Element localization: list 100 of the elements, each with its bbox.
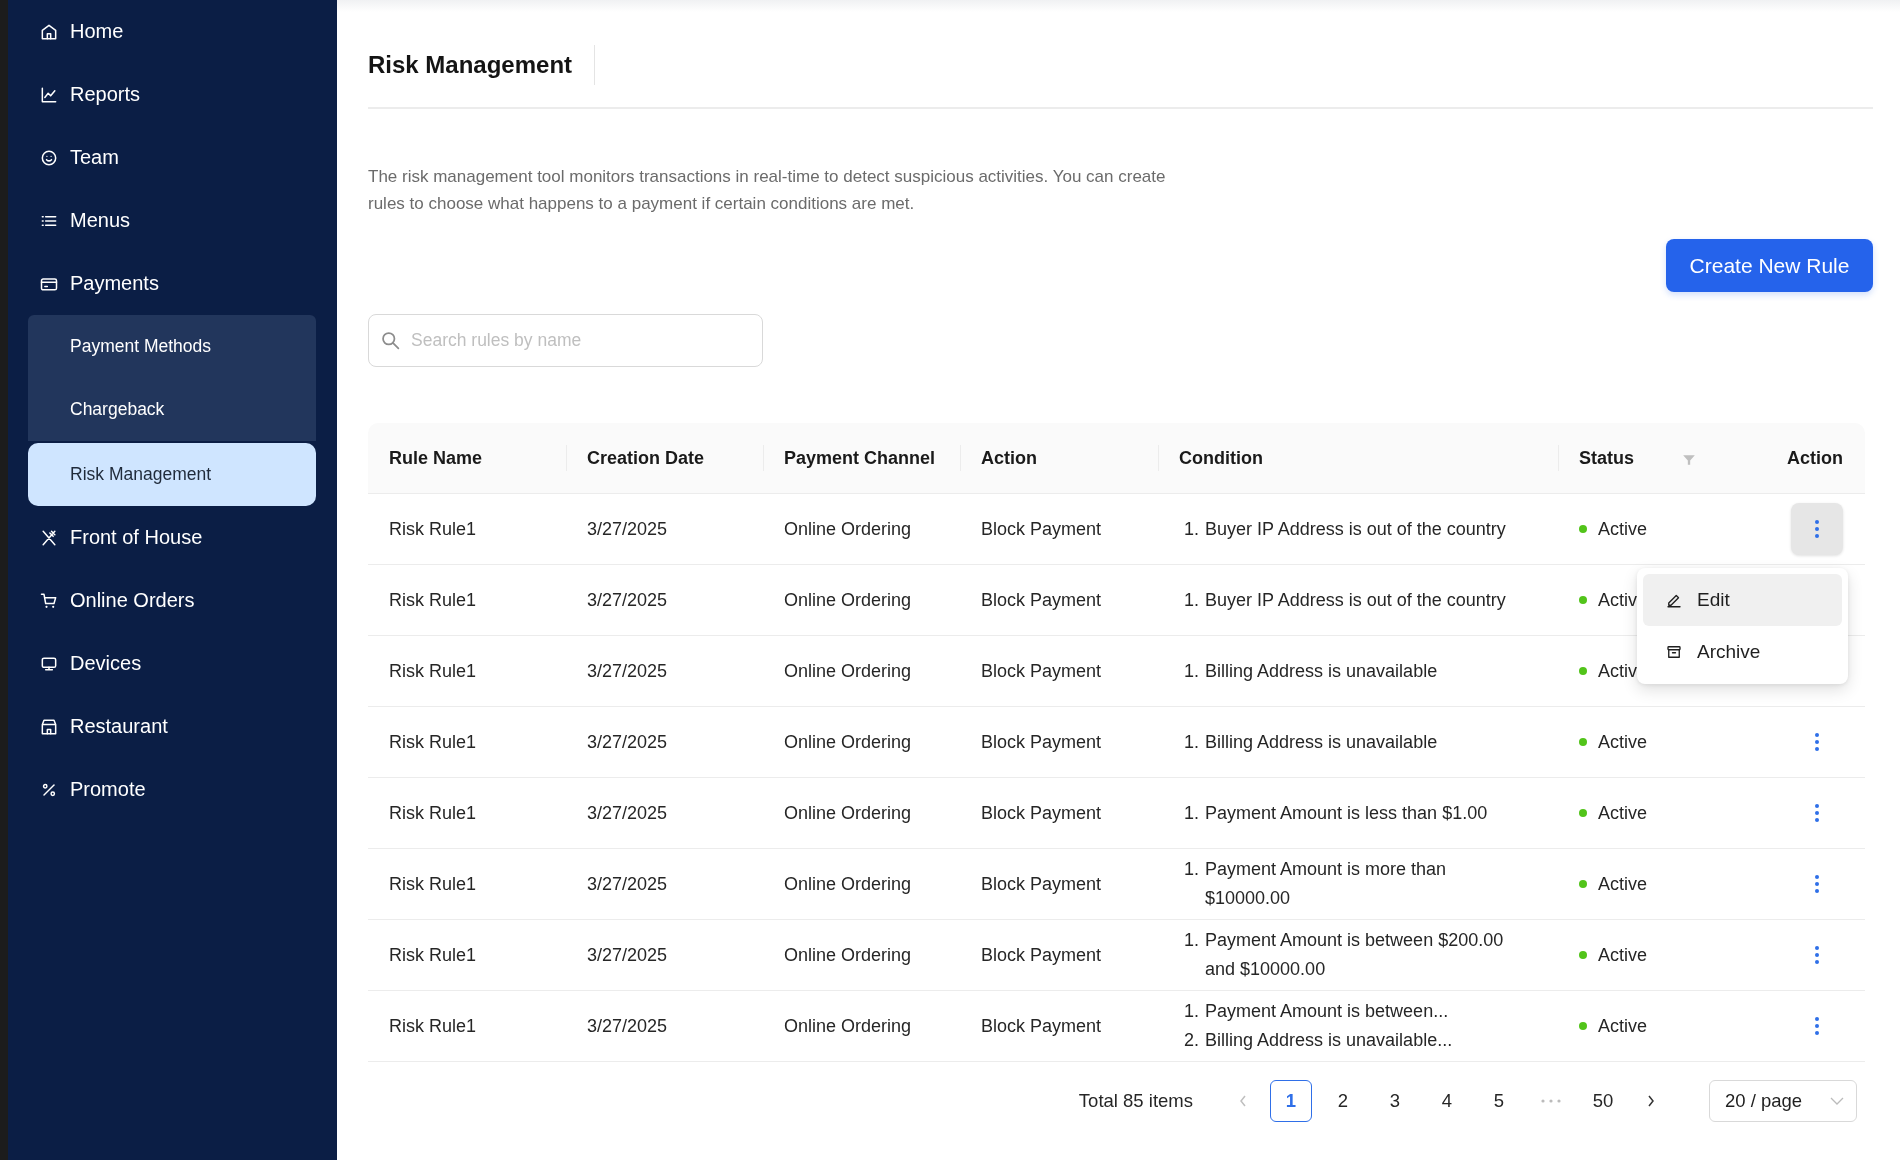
page-button[interactable]: 2 <box>1322 1080 1364 1122</box>
page-button[interactable]: 5 <box>1478 1080 1520 1122</box>
column-header: Status <box>1579 447 1634 469</box>
nav-label: Online Orders <box>70 589 195 612</box>
table-cell: 3/27/2025 <box>587 589 668 611</box>
condition-text: Payment Amount is between... <box>1205 1000 1450 1023</box>
table-cell: 3/27/2025 <box>587 1015 668 1037</box>
column-header: Rule Name <box>389 447 483 469</box>
kebab-icon <box>1814 801 1820 825</box>
status-dot <box>1579 1022 1587 1030</box>
nav-subitem[interactable]: Chargeback <box>28 378 316 441</box>
nav-item[interactable]: Team <box>28 126 316 189</box>
column-header: Payment Channel <box>784 447 936 469</box>
search-field[interactable]: Search rules by name <box>368 314 763 367</box>
table-cell: Risk Rule1 <box>389 1015 477 1037</box>
table-cell: Block Payment <box>981 1015 1102 1037</box>
menu-label: Archive <box>1697 641 1761 663</box>
menu-item[interactable]: Edit <box>1643 574 1842 626</box>
nav-subitem[interactable]: Payment Methods <box>28 315 316 378</box>
kebab-icon <box>1814 943 1820 967</box>
nav-label: Front of House <box>70 526 203 549</box>
create-rule-button[interactable]: Create New Rule <box>1666 239 1873 292</box>
status-text: Active <box>1598 518 1648 540</box>
column-header: Creation Date <box>587 447 705 469</box>
status-text: Active <box>1598 802 1648 824</box>
archive-icon <box>1665 643 1683 661</box>
nav-item[interactable]: Devices <box>28 632 316 695</box>
page-title: Risk Management <box>368 50 573 79</box>
table-cell: Risk Rule1 <box>389 944 477 966</box>
menu-label: Edit <box>1697 589 1730 611</box>
status-dot <box>1579 809 1587 817</box>
table-cell: Risk Rule1 <box>389 873 477 895</box>
table-cell: Risk Rule1 <box>389 660 477 682</box>
table-cell: 3/27/2025 <box>587 873 668 895</box>
nav-label: Promote <box>70 778 146 801</box>
nav-item[interactable]: Front of House <box>28 506 316 569</box>
nav-item[interactable]: Home <box>28 0 316 63</box>
status-dot <box>1579 880 1587 888</box>
nav-label: Payments <box>70 272 159 295</box>
page-button[interactable]: 4 <box>1426 1080 1468 1122</box>
table-cell: Online Ordering <box>784 660 912 682</box>
page-button[interactable]: 1 <box>1270 1080 1312 1122</box>
table-cell: Online Ordering <box>784 873 912 895</box>
list-number: 1. <box>1184 858 1199 881</box>
nav-label: Menus <box>70 209 131 232</box>
kebab-icon <box>1814 1014 1820 1038</box>
table-cell: Risk Rule1 <box>389 589 477 611</box>
table-cell: 3/27/2025 <box>587 944 668 966</box>
table-cell: Block Payment <box>981 731 1102 753</box>
table-cell: 3/27/2025 <box>587 802 668 824</box>
table-cell: Online Ordering <box>784 589 912 611</box>
condition-text: Billing Address is unavailable <box>1205 730 1439 754</box>
nav-item[interactable]: Payments <box>28 252 316 315</box>
list-number: 1. <box>1184 659 1199 683</box>
nav-item[interactable]: Online Orders <box>28 569 316 632</box>
table-cell: 3/27/2025 <box>587 660 668 682</box>
search-icon <box>380 330 401 351</box>
table-cell: 3/27/2025 <box>587 731 668 753</box>
list-number: 1. <box>1184 730 1199 754</box>
table-cell: Online Ordering <box>784 1015 912 1037</box>
nav-label: Team <box>70 146 119 169</box>
status-dot <box>1579 525 1587 533</box>
nav-item[interactable]: Reports <box>28 63 316 126</box>
condition-text: Billing Address is unavailable <box>1205 659 1439 683</box>
list-number: 1. <box>1184 1000 1199 1023</box>
page-button[interactable]: 3 <box>1374 1080 1416 1122</box>
list-number: 2. <box>1184 1029 1199 1052</box>
status-text: Activ <box>1598 589 1637 611</box>
nav-subitem[interactable]: Risk Management <box>28 443 316 506</box>
nav-label: Reports <box>70 83 141 106</box>
table-cell: Online Ordering <box>784 518 912 540</box>
menu-item[interactable]: Archive <box>1643 626 1842 678</box>
status-text: Active <box>1598 873 1648 895</box>
kebab-icon <box>1814 730 1820 754</box>
nav-item[interactable]: Promote <box>28 758 316 821</box>
column-header: Condition <box>1179 447 1263 469</box>
list-number: 1. <box>1184 801 1199 825</box>
condition-text: Payment Amount is more than $10000.00 <box>1205 858 1448 910</box>
nav-label: Devices <box>70 652 142 675</box>
table-cell: Risk Rule1 <box>389 731 477 753</box>
nav-item[interactable]: Restaurant <box>28 695 316 758</box>
nav-label: Restaurant <box>70 715 168 738</box>
page-size-select[interactable]: 20 / page <box>1709 1080 1857 1122</box>
condition-text: Buyer IP Address is out of the country <box>1205 517 1507 541</box>
list-number: 1. <box>1184 929 1199 952</box>
chevron-down-icon <box>1830 1097 1844 1105</box>
table-cell: Online Ordering <box>784 944 912 966</box>
table-cell: Block Payment <box>981 944 1102 966</box>
table-cell: Block Payment <box>981 660 1102 682</box>
column-header: Action <box>1787 447 1843 469</box>
status-text: Active <box>1598 944 1648 966</box>
page-button[interactable]: 50 <box>1582 1080 1624 1122</box>
condition-text: Payment Amount is between $200.00 and $10000.00 <box>1205 929 1505 981</box>
table-cell: Risk Rule1 <box>389 518 477 540</box>
list-number: 1. <box>1184 517 1199 541</box>
condition-text: Payment Amount is less than $1.00 <box>1205 801 1489 825</box>
nav-item[interactable]: Menus <box>28 189 316 252</box>
more-button[interactable] <box>1791 503 1843 555</box>
status-text: Active <box>1598 731 1648 753</box>
table-cell: Block Payment <box>981 802 1102 824</box>
